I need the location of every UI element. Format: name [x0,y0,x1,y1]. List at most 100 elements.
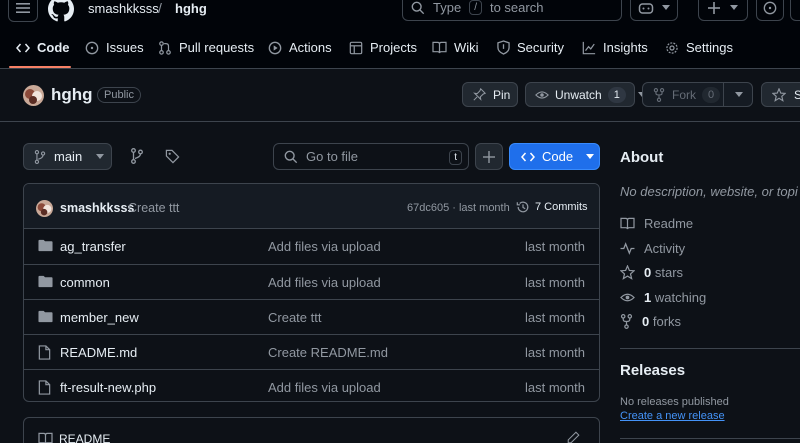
tab-label: Projects [370,40,417,55]
folder-icon [38,275,53,288]
search-icon [411,1,425,15]
tag-icon[interactable] [165,149,180,164]
stars-link[interactable]: 0 stars [620,265,683,280]
pin-button[interactable]: Pin [462,82,518,107]
author-avatar[interactable] [36,200,53,217]
repo-navigation: Code Issues Pull requests Actions Projec… [0,26,800,69]
file-commit-time: last month [525,345,585,360]
fork-split-divider [723,83,724,106]
branches-icon[interactable] [130,148,144,164]
global-header: smashkksss / hghg Type / to search [0,0,800,26]
shield-icon [497,40,510,55]
breadcrumb-owner[interactable]: smashkksss [88,1,159,16]
commit-author[interactable]: smashkksss [60,201,134,215]
create-release-link[interactable]: Create a new release [620,410,725,422]
file-commit-time: last month [525,380,585,395]
file-name[interactable]: common [60,275,110,290]
repo-title[interactable]: hghg [51,85,93,105]
file-commit-message[interactable]: Add files via upload [268,380,381,395]
go-to-file-shortcut: t [449,150,462,165]
readme-panel: README [23,417,600,443]
add-file-button[interactable] [475,143,503,170]
chevron-down-icon [735,92,743,97]
breadcrumb-separator: / [158,0,162,16]
tab-label: Issues [106,40,144,55]
commit-message[interactable]: Create ttt [128,201,179,215]
copilot-button[interactable] [630,0,678,21]
file-row[interactable]: ag_transfer Add files via upload last mo… [24,229,599,264]
tab-security[interactable]: Security [497,40,564,55]
github-logo-icon[interactable] [48,0,74,22]
releases-heading[interactable]: Releases [620,362,685,379]
pin-icon [473,88,486,101]
gear-icon [665,41,679,55]
go-to-file-input[interactable]: Go to file t [273,143,469,170]
file-row[interactable]: member_new Create ttt last month [24,299,599,334]
tab-projects[interactable]: Projects [349,40,417,55]
global-search-input[interactable]: Type / to search [402,0,622,21]
file-icon [38,345,51,360]
file-commit-message[interactable]: Create ttt [268,310,321,325]
file-commit-time: last month [525,275,585,290]
chevron-down-icon [730,5,738,10]
breadcrumb-repo[interactable]: hghg [175,1,207,16]
readme-tab[interactable]: README [59,432,110,443]
sidebar-divider [620,438,800,439]
active-tab-indicator [9,66,71,68]
tab-label: Code [37,40,70,55]
unwatch-label: Unwatch [555,87,602,102]
tab-wiki[interactable]: Wiki [432,40,479,55]
file-commit-message[interactable]: Add files via upload [268,275,381,290]
watching-link[interactable]: 1 watching [620,290,706,305]
tab-label: Insights [603,40,648,55]
owner-avatar[interactable] [23,85,44,106]
hamburger-icon [16,2,30,14]
tab-label: Actions [289,40,332,55]
star-button[interactable]: S [761,82,800,107]
file-name[interactable]: member_new [60,310,139,325]
activity-link[interactable]: Activity [620,241,685,256]
fork-button[interactable]: Fork 0 [642,82,753,107]
menu-button[interactable] [8,0,38,22]
file-row[interactable]: README.md Create README.md last month [24,334,599,369]
sidebar-divider [620,348,800,349]
issue-icon [85,41,99,55]
search-placeholder: Type [433,0,462,15]
commits-link[interactable]: 7 Commits [516,200,588,214]
star-icon [620,265,635,280]
tab-label: Pull requests [179,40,255,55]
tab-settings[interactable]: Settings [665,40,733,55]
file-name[interactable]: ag_transfer [60,239,126,254]
forks-link[interactable]: 0 forks [620,314,681,329]
commit-hash-time[interactable]: 67dc605 · last month [407,202,510,214]
tab-actions[interactable]: Actions [268,40,332,55]
code-icon [521,151,535,163]
fork-icon [620,314,633,329]
issues-global-button[interactable] [756,0,784,21]
tab-code[interactable]: Code [16,40,70,55]
unwatch-button[interactable]: Unwatch 1 [525,82,646,107]
tab-issues[interactable]: Issues [85,40,144,55]
branch-selector[interactable]: main [23,143,112,170]
pull-requests-global-button[interactable] [790,0,800,21]
file-row[interactable]: ft-result-new.php Add files via upload l… [24,369,599,401]
chevron-down-icon [96,154,105,159]
file-commit-message[interactable]: Create README.md [268,345,388,360]
eye-icon [620,292,635,303]
chevron-down-icon [586,154,595,159]
file-row[interactable]: common Add files via upload last month [24,264,599,299]
file-commit-message[interactable]: Add files via upload [268,239,381,254]
book-icon [38,432,53,443]
code-dropdown-button[interactable]: Code [509,143,600,170]
readme-link[interactable]: Readme [620,216,693,231]
pencil-icon[interactable] [567,431,580,443]
search-icon [284,150,298,164]
tab-label: Security [517,40,564,55]
create-new-button[interactable] [698,0,748,21]
plus-icon [708,1,720,14]
stars-label: stars [654,265,684,280]
file-name[interactable]: README.md [60,345,137,360]
tab-insights[interactable]: Insights [582,40,648,55]
tab-pull-requests[interactable]: Pull requests [158,40,254,55]
file-name[interactable]: ft-result-new.php [60,380,156,395]
